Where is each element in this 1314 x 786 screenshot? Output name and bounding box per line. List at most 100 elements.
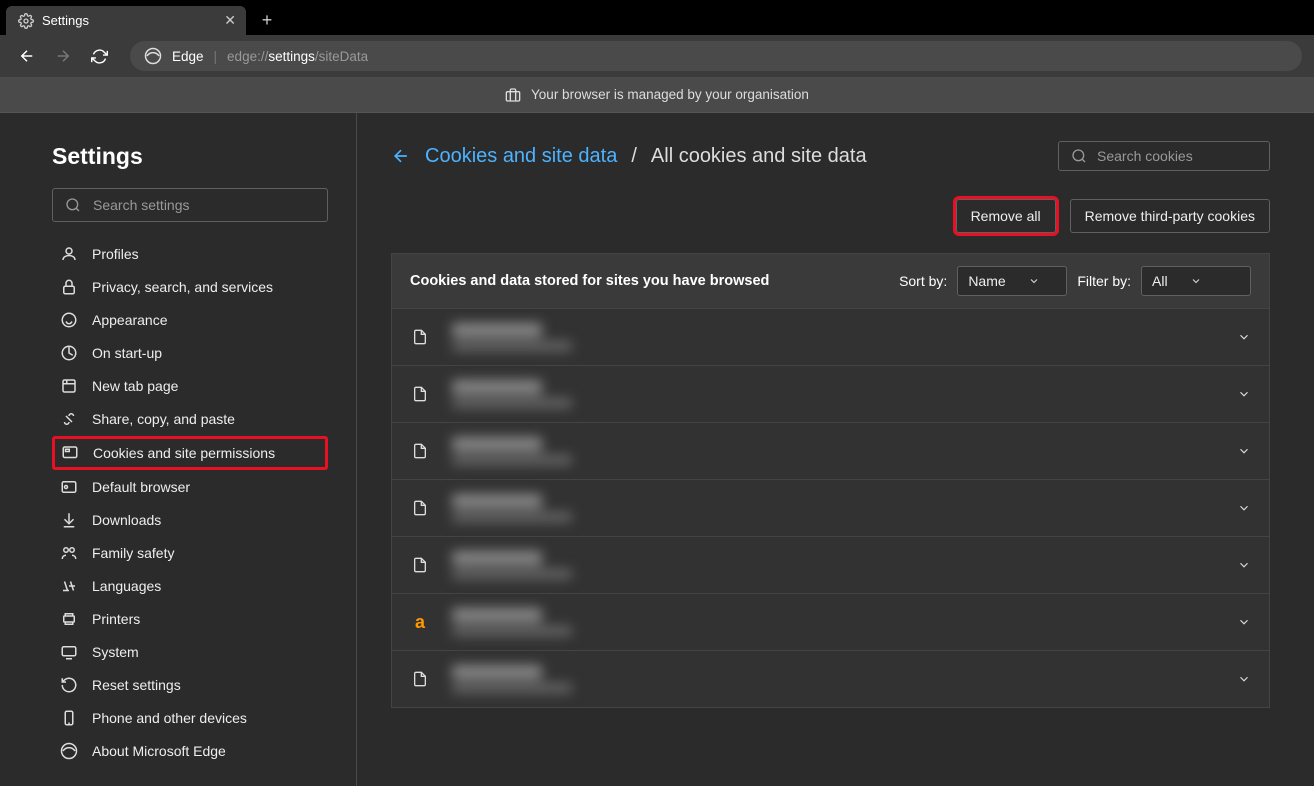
address-separator: | [214,49,218,64]
sidebar-item-icon [61,444,79,462]
sidebar-title: Settings [52,143,328,170]
sidebar-item-label: On start-up [92,345,162,361]
cookie-row[interactable] [392,308,1269,365]
sidebar-item-label: Family safety [92,545,174,561]
address-bar[interactable]: Edge | edge://settings/siteData [130,41,1302,71]
sidebar-item[interactable]: On start-up [52,337,328,369]
new-tab-button[interactable]: + [252,5,282,35]
chevron-down-icon[interactable] [1237,558,1251,572]
edge-icon [144,47,162,65]
cookie-row[interactable] [392,422,1269,479]
remove-third-party-button[interactable]: Remove third-party cookies [1070,199,1270,233]
cookie-row[interactable]: a [392,593,1269,650]
back-button[interactable] [12,41,42,71]
sidebar-item[interactable]: Downloads [52,504,328,536]
search-cookies-input[interactable] [1097,148,1278,164]
sidebar-item-icon [60,478,78,496]
sidebar-item-label: Phone and other devices [92,710,247,726]
sidebar-item-label: Appearance [92,312,168,328]
sidebar-item-icon [60,245,78,263]
filter-select[interactable]: All [1141,266,1251,296]
chevron-down-icon [1190,275,1202,287]
cookie-row[interactable] [392,650,1269,707]
breadcrumb-link[interactable]: Cookies and site data [425,145,617,168]
file-icon [410,384,430,404]
sidebar-item-label: Downloads [92,512,161,528]
cookie-row[interactable] [392,479,1269,536]
sidebar-item-icon [60,311,78,329]
chevron-down-icon[interactable] [1237,444,1251,458]
table-header: Cookies and data stored for sites you ha… [392,254,1269,308]
sidebar-item-label: Cookies and site permissions [93,445,275,461]
file-icon [410,441,430,461]
cookie-row[interactable] [392,536,1269,593]
sort-select[interactable]: Name [957,266,1067,296]
sidebar-item-label: Printers [92,611,140,627]
refresh-button[interactable] [84,41,114,71]
breadcrumb-row: Cookies and site data / All cookies and … [391,141,1270,171]
chevron-down-icon[interactable] [1237,501,1251,515]
sidebar-item[interactable]: Family safety [52,537,328,569]
sidebar-item-label: Privacy, search, and services [92,279,273,295]
edge-label: Edge [172,49,204,64]
settings-sidebar: Settings Profiles Privacy, search, and se… [0,113,357,786]
tab-bar: Settings ✕ + [0,0,1314,35]
blurred-site-name [452,665,572,693]
breadcrumb-back-icon[interactable] [391,146,411,166]
sidebar-item-label: New tab page [92,378,178,394]
sidebar-item[interactable]: Printers [52,603,328,635]
managed-info-bar: Your browser is managed by your organisa… [0,77,1314,113]
sidebar-item-icon [60,676,78,694]
blurred-site-name [452,437,572,465]
sidebar-item-label: Profiles [92,246,139,262]
settings-search-input[interactable] [93,197,315,213]
sidebar-item[interactable]: Share, copy, and paste [52,403,328,435]
search-icon [1071,148,1087,164]
sidebar-item[interactable]: Reset settings [52,669,328,701]
sidebar-item-icon [60,344,78,362]
blurred-site-name [452,494,572,522]
sidebar-item-label: Share, copy, and paste [92,411,235,427]
sidebar-item-icon [60,511,78,529]
sidebar-item[interactable]: Privacy, search, and services [52,271,328,303]
briefcase-icon [505,87,521,103]
breadcrumb-current: All cookies and site data [651,145,867,168]
table-title: Cookies and data stored for sites you ha… [410,273,769,289]
sidebar-item[interactable]: About Microsoft Edge [52,735,328,767]
sidebar-item-icon [60,610,78,628]
sidebar-item[interactable]: System [52,636,328,668]
file-icon [410,498,430,518]
sidebar-item-label: Default browser [92,479,190,495]
remove-all-button[interactable]: Remove all [956,199,1056,233]
sidebar-item-icon [60,278,78,296]
sidebar-item[interactable]: Appearance [52,304,328,336]
chevron-down-icon[interactable] [1237,387,1251,401]
sidebar-item[interactable]: Languages [52,570,328,602]
sidebar-nav-list: Profiles Privacy, search, and services App… [52,238,328,767]
navigation-bar: Edge | edge://settings/siteData [0,35,1314,77]
cookie-row[interactable] [392,365,1269,422]
blurred-site-name [452,608,572,636]
sidebar-item-label: Reset settings [92,677,181,693]
filter-label: Filter by: [1077,273,1131,289]
sidebar-item[interactable]: Profiles [52,238,328,270]
sidebar-item-label: Languages [92,578,161,594]
chevron-down-icon[interactable] [1237,672,1251,686]
search-cookies-box[interactable] [1058,141,1270,171]
sidebar-item[interactable]: Cookies and site permissions [52,436,328,470]
sidebar-item-icon [60,709,78,727]
close-tab-icon[interactable]: ✕ [224,12,236,29]
tab-title: Settings [42,13,89,28]
settings-search-box[interactable] [52,188,328,222]
file-icon [410,555,430,575]
sidebar-item[interactable]: New tab page [52,370,328,402]
chevron-down-icon[interactable] [1237,330,1251,344]
browser-tab[interactable]: Settings ✕ [6,6,246,35]
sidebar-item-icon [60,544,78,562]
sidebar-item-icon [60,577,78,595]
chevron-down-icon[interactable] [1237,615,1251,629]
sidebar-item-label: System [92,644,139,660]
sidebar-item[interactable]: Phone and other devices [52,702,328,734]
sidebar-item[interactable]: Default browser [52,471,328,503]
forward-button[interactable] [48,41,78,71]
